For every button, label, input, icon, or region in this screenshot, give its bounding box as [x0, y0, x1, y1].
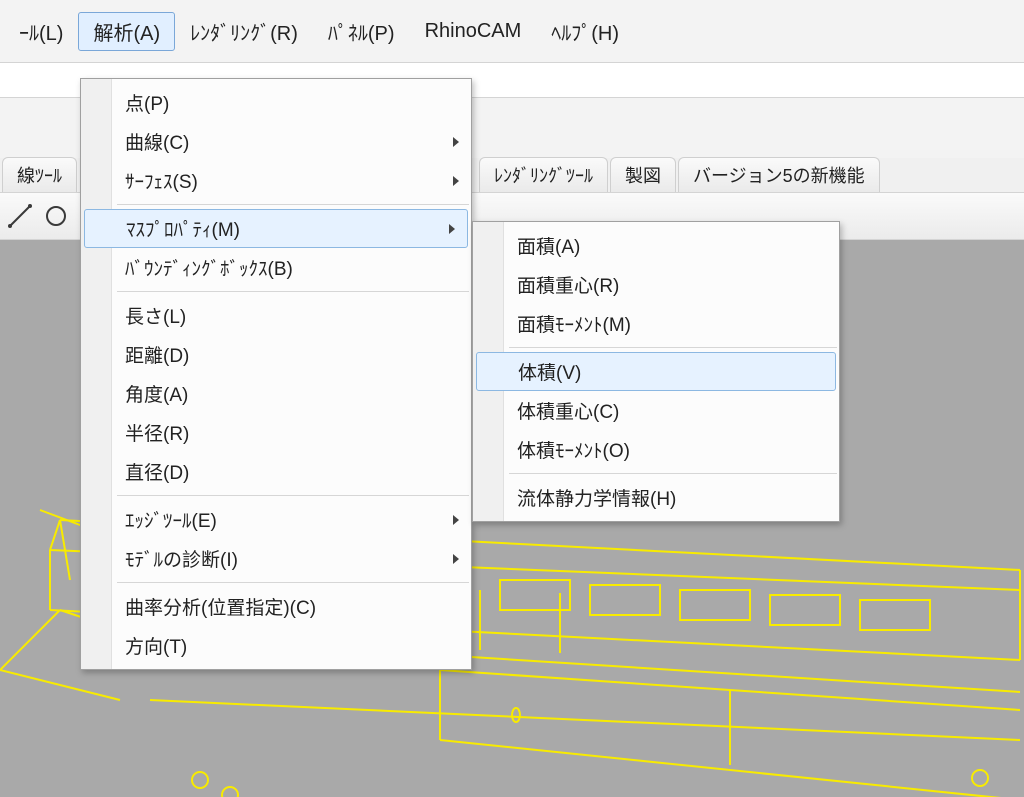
- menu-item-diameter[interactable]: 直径(D): [81, 452, 471, 491]
- menu-item-area[interactable]: 面積(A): [473, 226, 839, 265]
- submenu-arrow-icon: [453, 554, 459, 564]
- menu-separator: [117, 204, 469, 205]
- menu-item-surface[interactable]: ｻｰﾌｪｽ(S): [81, 161, 471, 200]
- menu-item-label: 面積重心(R): [517, 276, 619, 297]
- menu-item-area-centroid[interactable]: 面積重心(R): [473, 265, 839, 304]
- menu-item-label: ｻｰﾌｪｽ(S): [125, 172, 198, 193]
- submenu-arrow-icon: [453, 515, 459, 525]
- menu-item-label: 曲線(C): [125, 133, 189, 154]
- submenu-arrow-icon: [449, 224, 455, 234]
- menu-item-label: 体積ﾓｰﾒﾝﾄ(O): [517, 441, 630, 462]
- menu-item-curvature-analysis[interactable]: 曲率分析(位置指定)(C): [81, 587, 471, 626]
- submenu-mass-properties: 面積(A) 面積重心(R) 面積ﾓｰﾒﾝﾄ(M) 体積(V) 体積重心(C) 体…: [472, 221, 840, 522]
- menu-item-label: ﾊﾞｳﾝﾃﾞｨﾝｸﾞﾎﾞｯｸｽ(B): [125, 259, 293, 280]
- menu-panel[interactable]: ﾊﾟﾈﾙ(P): [313, 12, 410, 51]
- submenu-arrow-icon: [453, 137, 459, 147]
- tab-v5-whats-new[interactable]: バージョン5の新機能: [678, 157, 880, 192]
- menu-item-length[interactable]: 長さ(L): [81, 296, 471, 335]
- menu-separator: [117, 582, 469, 583]
- menu-item-direction[interactable]: 方向(T): [81, 626, 471, 665]
- menu-item-volume-centroid[interactable]: 体積重心(C): [473, 391, 839, 430]
- menu-separator: [117, 495, 469, 496]
- menu-rendering[interactable]: ﾚﾝﾀﾞﾘﾝｸﾞ(R): [175, 12, 313, 51]
- menu-item-label: 方向(T): [125, 637, 187, 658]
- menu-item-label: 面積(A): [517, 237, 580, 258]
- menu-item-hydrostatics[interactable]: 流体静力学情報(H): [473, 478, 839, 517]
- menu-item-edge-tools[interactable]: ｴｯｼﾞﾂｰﾙ(E): [81, 500, 471, 539]
- menu-item-label: 曲率分析(位置指定)(C): [125, 598, 316, 619]
- menu-item-curve[interactable]: 曲線(C): [81, 122, 471, 161]
- menu-separator: [509, 473, 837, 474]
- tab-drafting[interactable]: 製図: [610, 157, 676, 192]
- menu-item-label: ﾓﾃﾞﾙの診断(I): [125, 550, 238, 571]
- tab-line-tools[interactable]: 線ﾂｰﾙ: [2, 157, 77, 192]
- menu-item-label: 距離(D): [125, 346, 189, 367]
- menu-analyze[interactable]: 解析(A): [78, 12, 175, 51]
- circle-tool-icon[interactable]: [42, 202, 70, 230]
- menu-analyze-dropdown: 点(P) 曲線(C) ｻｰﾌｪｽ(S) ﾏｽﾌﾟﾛﾊﾟﾃｨ(M) ﾊﾞｳﾝﾃﾞｨ…: [80, 78, 472, 670]
- menu-tools[interactable]: ｰﾙ(L): [4, 12, 78, 51]
- menu-item-area-moments[interactable]: 面積ﾓｰﾒﾝﾄ(M): [473, 304, 839, 343]
- menu-separator: [117, 291, 469, 292]
- menu-item-volume[interactable]: 体積(V): [476, 352, 836, 391]
- line-tool-icon[interactable]: [6, 202, 34, 230]
- menu-help[interactable]: ﾍﾙﾌﾟ(H): [536, 12, 634, 51]
- menu-item-label: 体積(V): [518, 363, 581, 384]
- tab-rendering-tools[interactable]: ﾚﾝﾀﾞﾘﾝｸﾞﾂｰﾙ: [479, 157, 608, 192]
- menu-item-distance[interactable]: 距離(D): [81, 335, 471, 374]
- menu-item-label: 流体静力学情報(H): [517, 489, 676, 510]
- menu-item-label: 面積ﾓｰﾒﾝﾄ(M): [517, 315, 631, 336]
- menu-item-label: 長さ(L): [125, 307, 186, 328]
- menubar: ｰﾙ(L) 解析(A) ﾚﾝﾀﾞﾘﾝｸﾞ(R) ﾊﾟﾈﾙ(P) RhinoCAM…: [0, 0, 1024, 62]
- menu-item-volume-moments[interactable]: 体積ﾓｰﾒﾝﾄ(O): [473, 430, 839, 469]
- menu-item-label: ｴｯｼﾞﾂｰﾙ(E): [125, 511, 217, 532]
- menu-item-point[interactable]: 点(P): [81, 83, 471, 122]
- menu-item-model-diagnostics[interactable]: ﾓﾃﾞﾙの診断(I): [81, 539, 471, 578]
- submenu-arrow-icon: [453, 176, 459, 186]
- menu-item-label: 直径(D): [125, 463, 189, 484]
- menu-separator: [509, 347, 837, 348]
- menu-item-mass-properties[interactable]: ﾏｽﾌﾟﾛﾊﾟﾃｨ(M): [84, 209, 468, 248]
- menu-item-angle[interactable]: 角度(A): [81, 374, 471, 413]
- menu-item-label: 点(P): [125, 94, 169, 115]
- menu-item-bounding-box[interactable]: ﾊﾞｳﾝﾃﾞｨﾝｸﾞﾎﾞｯｸｽ(B): [81, 248, 471, 287]
- menu-item-label: 半径(R): [125, 424, 189, 445]
- menu-item-label: 角度(A): [125, 385, 188, 406]
- menu-item-label: 体積重心(C): [517, 402, 619, 423]
- menu-rhinocam[interactable]: RhinoCAM: [410, 15, 537, 48]
- menu-item-label: ﾏｽﾌﾟﾛﾊﾟﾃｨ(M): [126, 220, 240, 241]
- menu-item-radius[interactable]: 半径(R): [81, 413, 471, 452]
